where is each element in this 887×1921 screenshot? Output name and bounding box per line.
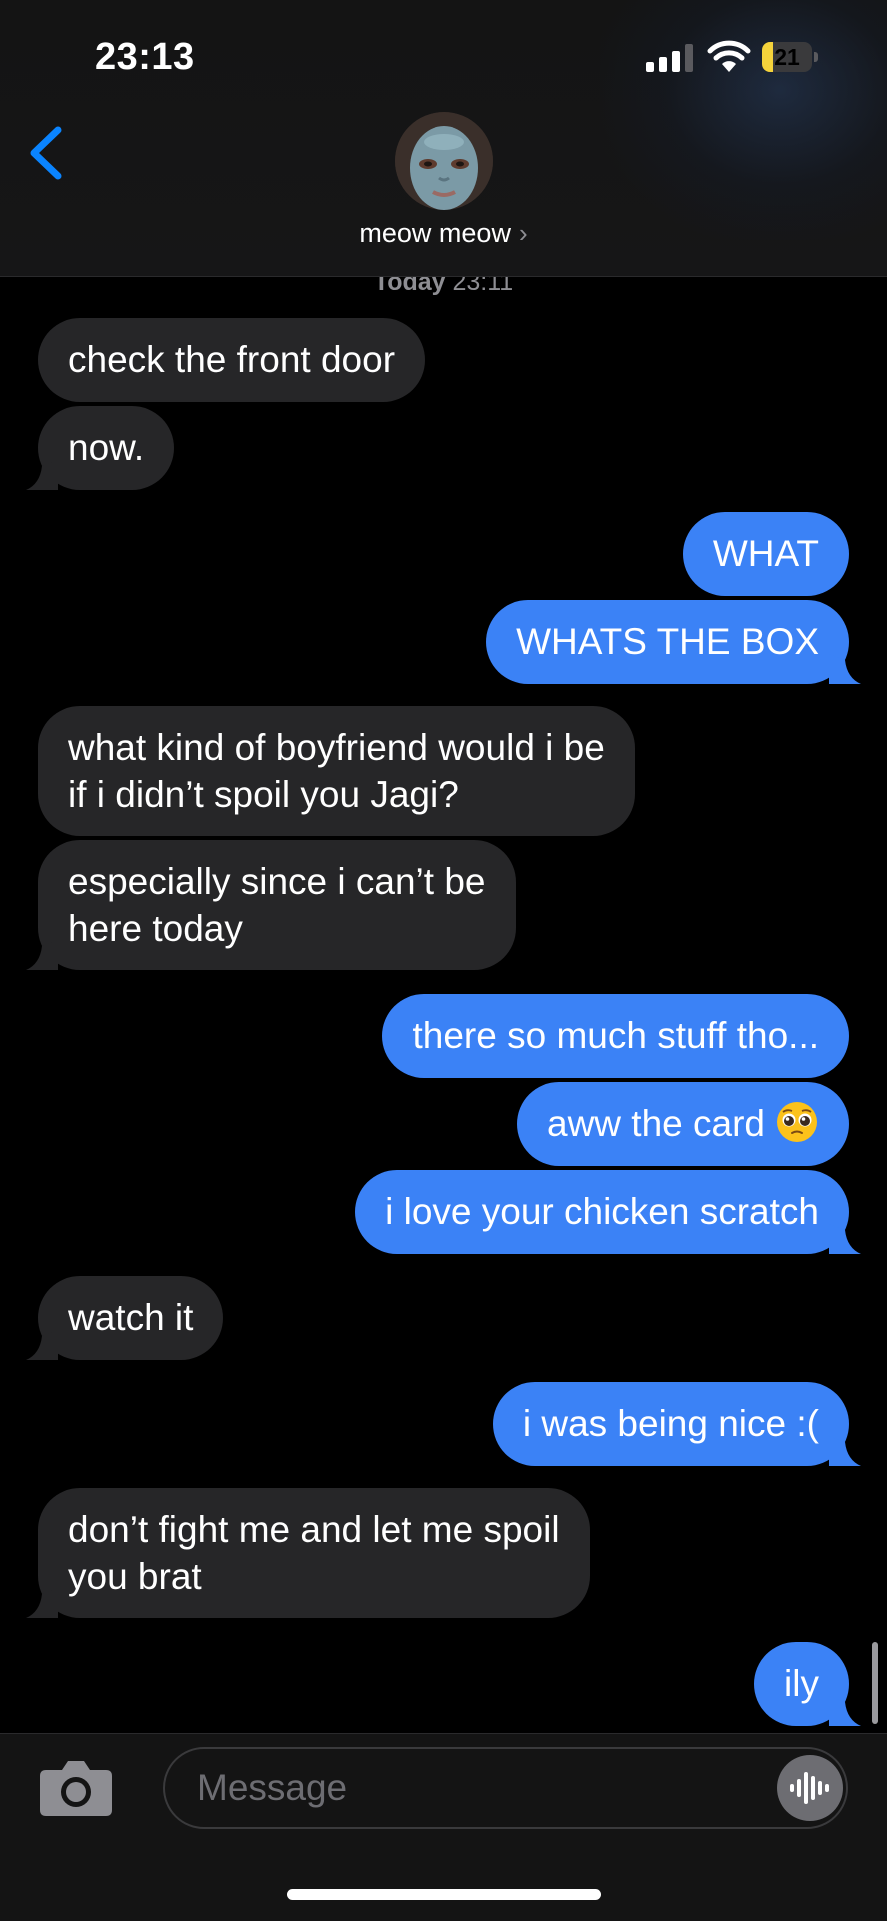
chevron-right-icon: › <box>518 218 528 248</box>
message-bubble-received[interactable]: watch it <box>26 1276 224 1360</box>
back-button[interactable] <box>18 118 78 188</box>
message-bubble-sent[interactable]: i love your chicken scratch <box>355 1170 861 1254</box>
message-bubble-received[interactable]: now. <box>26 406 175 490</box>
chevron-left-icon <box>30 126 62 180</box>
message-text: there so much stuff tho... <box>412 1015 819 1056</box>
home-indicator[interactable] <box>287 1889 601 1900</box>
bubble-tail <box>26 940 58 970</box>
message-bubble-received[interactable]: don’t fight me and let me spoil you brat <box>26 1488 590 1618</box>
message-text: i was being nice :( <box>522 1403 819 1444</box>
message-text: ily <box>784 1663 819 1704</box>
message-bubble-sent[interactable]: i was being nice :( <box>492 1382 861 1466</box>
message-bubble-received[interactable]: what kind of boyfriend would i be if i d… <box>38 706 635 836</box>
message-text: i love your chicken scratch <box>385 1191 819 1232</box>
cellular-signal-icon <box>646 44 694 72</box>
status-time: 23:13 <box>95 36 195 78</box>
voice-message-button[interactable] <box>777 1755 843 1821</box>
wifi-icon <box>707 40 751 72</box>
bubble-tail <box>829 1224 861 1254</box>
message-bubble-sent[interactable]: there so much stuff tho... <box>382 994 849 1078</box>
conversation-header: 23:13 21 meow meow › <box>0 0 887 277</box>
message-bubble-sent[interactable]: WHATS THE BOX <box>486 600 861 684</box>
pleading-face-emoji-icon <box>777 1102 817 1142</box>
message-bubble-sent[interactable]: aww the card <box>517 1082 849 1166</box>
bubble-tail <box>829 654 861 684</box>
contact-name-button[interactable]: meow meow › <box>0 218 887 249</box>
message-text: WHAT <box>712 533 819 574</box>
message-text: aww the card <box>547 1103 765 1144</box>
message-text-line: don’t fight me and let me spoil <box>68 1509 560 1550</box>
message-text: now. <box>68 427 145 468</box>
bubble-tail <box>26 1330 58 1360</box>
message-input[interactable] <box>163 1747 848 1829</box>
message-bubble-received[interactable]: especially since i can’t be here today <box>26 840 516 970</box>
contact-avatar[interactable] <box>395 112 493 210</box>
waveform-icon <box>790 1772 829 1804</box>
message-text: watch it <box>68 1297 194 1338</box>
bubble-tail <box>829 1436 861 1466</box>
message-text-line: what kind of boyfriend would i be <box>68 727 605 768</box>
message-text: WHATS THE BOX <box>516 621 819 662</box>
battery-percentage: 21 <box>774 44 800 70</box>
battery-icon: 21 <box>762 42 818 72</box>
bubble-tail <box>26 460 58 490</box>
camera-button[interactable] <box>38 1756 114 1818</box>
message-text-line: if i didn’t spoil you Jagi? <box>68 774 459 815</box>
contact-name: meow meow <box>359 218 511 248</box>
message-text: check the front door <box>68 339 396 380</box>
message-text-line: you brat <box>68 1556 202 1597</box>
header-background-glow <box>600 0 887 240</box>
camera-icon <box>40 1761 112 1816</box>
message-text-line: especially since i can’t be <box>68 861 486 902</box>
message-bubble-sent[interactable]: ily <box>754 1642 861 1726</box>
scroll-indicator[interactable] <box>872 1642 878 1724</box>
message-bubble-sent[interactable]: WHAT <box>682 512 849 596</box>
bubble-tail <box>26 1588 58 1618</box>
message-text-line: here today <box>68 908 243 949</box>
message-bubble-received[interactable]: check the front door <box>38 318 426 402</box>
avatar-photo <box>395 112 493 210</box>
bubble-tail <box>829 1696 861 1726</box>
